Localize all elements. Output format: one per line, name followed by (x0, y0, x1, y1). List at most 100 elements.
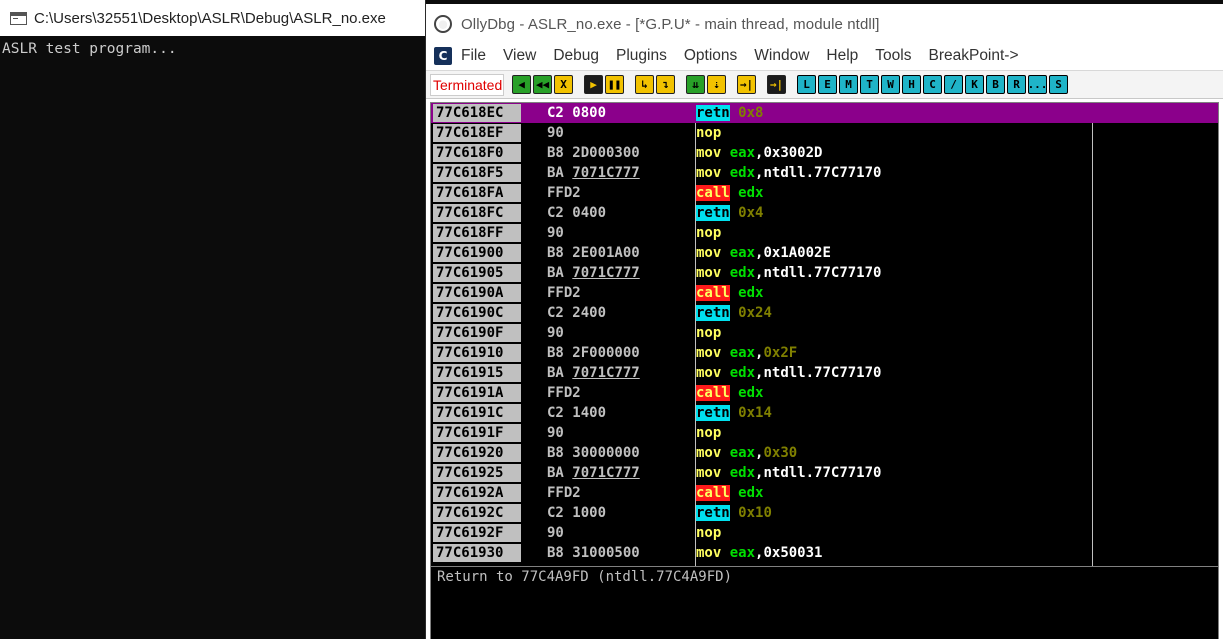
disasm-row[interactable]: 77C618FF 90 nop (431, 223, 1218, 243)
disasm-opcode: retn (696, 305, 730, 321)
close-debuggee-icon[interactable]: X (554, 75, 573, 94)
disasm-row[interactable]: 77C6190A FFD2 call edx (431, 283, 1218, 303)
disasm-opcode: retn (696, 505, 730, 521)
call-stack-icon[interactable]: K (965, 75, 984, 94)
disasm-address: 77C61925 (433, 464, 521, 482)
handles-icon[interactable]: H (902, 75, 921, 94)
menu-view[interactable]: View (503, 47, 536, 65)
executable-modules-icon[interactable]: E (818, 75, 837, 94)
disasm-row[interactable]: 77C6191F 90 nop (431, 423, 1218, 443)
ollydbg-window: OllyDbg - ASLR_no.exe - [*G.P.U* - main … (426, 4, 1223, 639)
threads-icon[interactable]: T (860, 75, 879, 94)
disasm-address: 77C6192A (433, 484, 521, 502)
console-titlebar[interactable]: C:\Users\32551\Desktop\ASLR\Debug\ASLR_n… (0, 0, 425, 36)
menu-help[interactable]: Help (826, 47, 858, 65)
disasm-row[interactable]: 77C6190F 90 nop (431, 323, 1218, 343)
disasm-row[interactable]: 77C61930 B8 31000500 mov eax,0x50031 (431, 543, 1218, 563)
menu-breakpoint[interactable]: BreakPoint-> (928, 47, 1018, 65)
disasm-operand: edx (729, 465, 756, 481)
disasm-row[interactable]: 77C6190C C2 2400 retn 0x24 (431, 303, 1218, 323)
disasm-row[interactable]: 77C61900 B8 2E001A00 mov eax,0x1A002E (431, 243, 1218, 263)
disasm-row[interactable]: 77C6191C C2 1400 retn 0x14 (431, 403, 1218, 423)
disasm-row[interactable]: 77C61910 B8 2F000000 mov eax,0x2F (431, 343, 1218, 363)
windows-icon[interactable]: W (881, 75, 900, 94)
menu-tools[interactable]: Tools (875, 47, 911, 65)
disasm-operand: 0x30 (763, 445, 798, 461)
disasm-row[interactable]: 77C61920 B8 30000000 mov eax,0x30 (431, 443, 1218, 463)
disasm-operand: edx (738, 485, 764, 501)
disasm-hex: FFD2 (547, 183, 581, 203)
menu-plugins[interactable]: Plugins (616, 47, 667, 65)
disasm-hex-bytes: C2 1000 (547, 505, 607, 521)
disasm-operand: eax (729, 145, 756, 161)
disasm-row[interactable]: 77C6192A FFD2 call edx (431, 483, 1218, 503)
source-icon[interactable]: S (1049, 75, 1068, 94)
disasm-opcode: mov (696, 545, 722, 561)
disasm-row[interactable]: 77C61925 BA 7071C777 mov edx,ntdll.77C7717… (431, 463, 1218, 483)
breakpoints-icon[interactable]: B (986, 75, 1005, 94)
disasm-row[interactable]: 77C618F5 BA 7071C777 mov edx,ntdll.77C7717… (431, 163, 1218, 183)
disasm-operand: 0x4 (738, 205, 764, 221)
disasm-row[interactable]: 77C618EF 90 nop (431, 123, 1218, 143)
disasm-instruction: mov edx,ntdll.77C77170 (696, 363, 881, 383)
cpu-window-icon[interactable]: C (434, 47, 452, 65)
disasm-opcode: mov (696, 465, 722, 481)
step-over-icon[interactable]: ↴ (656, 75, 675, 94)
disasm-operand: 0x8 (738, 105, 764, 121)
disasm-hex: B8 2D000300 (547, 143, 640, 163)
disasm-hex-bytes: 90 (547, 125, 564, 141)
run-trace-icon[interactable]: ... (1028, 75, 1047, 94)
disasm-hex-bytes: B8 2D000300 (547, 145, 640, 161)
disasm-hex-bytes: BA (547, 365, 573, 381)
log-window-icon[interactable]: L (797, 75, 816, 94)
disasm-instruction: nop (696, 523, 721, 543)
disasm-address: 77C6192F (433, 524, 521, 542)
disasm-row[interactable]: 77C61915 BA 7071C777 mov edx,ntdll.77C7717… (431, 363, 1218, 383)
menu-file[interactable]: File (461, 47, 486, 65)
trace-into-icon[interactable]: ⇊ (686, 75, 705, 94)
run-icon[interactable]: ▶ (584, 75, 603, 94)
trace-over-icon[interactable]: ⇣ (707, 75, 726, 94)
menu-debug[interactable]: Debug (553, 47, 599, 65)
disasm-operand: 0x14 (738, 405, 772, 421)
disasm-instruction: call edx (696, 483, 763, 503)
disasm-opcode: retn (696, 105, 730, 121)
disasm-hex: 90 (547, 123, 564, 143)
disasm-hex: 90 (547, 423, 564, 443)
disasm-instruction: mov edx,ntdll.77C77170 (696, 263, 881, 283)
ollydbg-titlebar[interactable]: OllyDbg - ASLR_no.exe - [*G.P.U* - main … (426, 4, 1223, 44)
disasm-operand: ntdll.77C77170 (763, 165, 882, 181)
disasm-hex: C2 1000 (547, 503, 606, 523)
disasm-instruction: mov eax,0x3002D (696, 143, 822, 163)
menu-options[interactable]: Options (684, 47, 737, 65)
disasm-row[interactable]: 77C6192F 90 nop (431, 523, 1218, 543)
disasm-hex: FFD2 (547, 383, 581, 403)
disasm-hex-bytes: FFD2 (547, 185, 581, 201)
rewind-icon[interactable]: ◀◀ (533, 75, 552, 94)
disasm-row[interactable]: 77C618EC C2 0800 retn 0x8 (431, 103, 1218, 123)
disasm-row[interactable]: 77C618F0 B8 2D000300 mov eax,0x3002D (431, 143, 1218, 163)
disasm-row[interactable]: 77C6192C C2 1000 retn 0x10 (431, 503, 1218, 523)
disasm-row[interactable]: 77C61905 BA 7071C777 mov edx,ntdll.77C7717… (431, 263, 1218, 283)
references-icon[interactable]: R (1007, 75, 1026, 94)
patches-icon[interactable]: / (944, 75, 963, 94)
menu-window[interactable]: Window (754, 47, 809, 65)
disasm-address: 77C61905 (433, 264, 521, 282)
disasm-hex-bytes: C2 2400 (547, 305, 607, 321)
memory-map-icon[interactable]: M (839, 75, 858, 94)
disasm-row[interactable]: 77C6191A FFD2 call edx (431, 383, 1218, 403)
disasm-operand: 0x10 (738, 505, 772, 521)
disassembly-pane[interactable]: 77C618EC C2 0800 retn 0x8 77C618EF 90 nop 77C6… (430, 102, 1219, 567)
restart-icon[interactable]: ◀ (512, 75, 531, 94)
disasm-row[interactable]: 77C618FA FFD2 call edx (431, 183, 1218, 203)
disasm-hex: B8 2E001A00 (547, 243, 640, 263)
disasm-instruction: mov eax,0x2F (696, 343, 797, 363)
pause-icon[interactable]: ❚❚ (605, 75, 624, 94)
disasm-hex: 90 (547, 223, 564, 243)
step-into-icon[interactable]: ↳ (635, 75, 654, 94)
goto-address-icon[interactable]: →| (767, 75, 786, 94)
execute-till-return-icon[interactable]: →| (737, 75, 756, 94)
cpu-icon[interactable]: C (923, 75, 942, 94)
disasm-address: 77C61920 (433, 444, 521, 462)
disasm-row[interactable]: 77C618FC C2 0400 retn 0x4 (431, 203, 1218, 223)
